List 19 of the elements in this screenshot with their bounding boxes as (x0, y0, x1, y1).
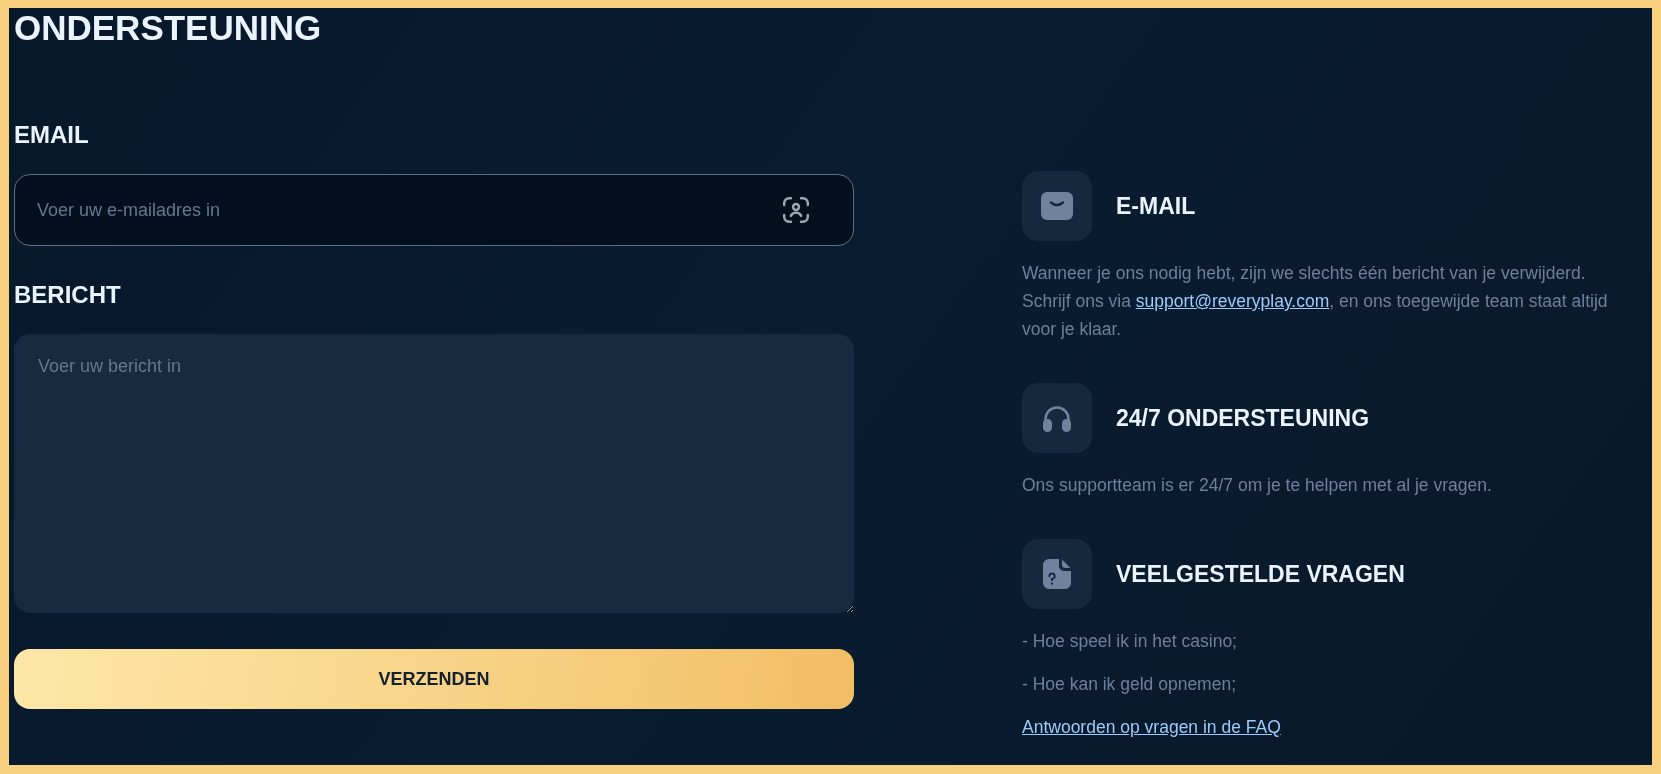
user-scan-icon (783, 197, 809, 223)
text-link[interactable]: Antwoorden op vragen in de FAQ (1022, 713, 1281, 741)
info-text: - Hoe kan ik geld opnemen; (1022, 673, 1237, 696)
info-text: Ons supportteam is er 24/7 om je te helpen met al je vragen. (1022, 474, 1492, 497)
field-label: BERICHT (14, 281, 121, 309)
info-text: Wanneer je ons nodig hebt, zijn we slechts één bericht van je verwijderd. Schrijf ons via support@reveryplay.com, en ons toegewijde team staat altijd voor je klaar. (1022, 262, 1609, 341)
headphones-icon (1022, 383, 1092, 453)
field-label: EMAIL (14, 121, 89, 149)
envelope-icon (1022, 171, 1092, 241)
textarea-field[interactable]: Voer uw bericht in (14, 334, 854, 613)
document-question-icon (1022, 539, 1092, 609)
section-heading: VEELGESTELDE VRAGEN (1116, 560, 1405, 588)
submit-button[interactable]: VERZENDEN (14, 649, 854, 709)
text-link[interactable]: support@reveryplay.com (1135, 291, 1330, 311)
input-field[interactable]: Voer uw e-mailadres in (14, 174, 854, 246)
section-heading: 24/7 ONDERSTEUNING (1116, 404, 1370, 432)
page-title: ONDERSTEUNING (14, 8, 322, 48)
info-text: - Hoe speel ik in het casino; (1022, 630, 1237, 653)
section-heading: E-MAIL (1116, 192, 1196, 220)
